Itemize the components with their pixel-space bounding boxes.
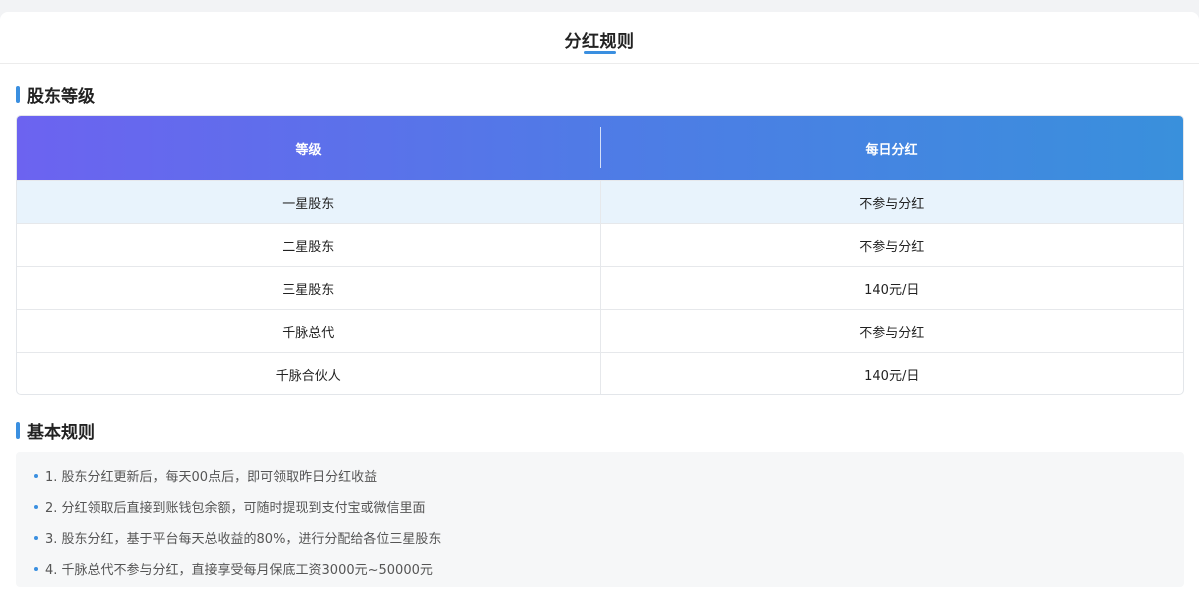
levels-section-header: 股东等级 — [16, 84, 95, 107]
level-cell: 千脉合伙人 — [275, 368, 341, 384]
column-header-daily-dividend: 每日分红 — [865, 142, 918, 158]
level-cell: 一星股东 — [282, 196, 335, 212]
page-title: 分红规则 — [564, 32, 635, 52]
rules-section-header: 基本规则 — [16, 420, 95, 443]
list-item: 3. 股东分红，基于平台每天总收益的80%，进行分配给各位三星股东 — [34, 528, 441, 547]
rule-text: 3. 股东分红，基于平台每天总收益的80%，进行分配给各位三星股东 — [45, 532, 442, 547]
bullet-dot-icon — [34, 566, 38, 571]
list-item: 4. 千脉总代不参与分红，直接享受每月保底工资3000元~50000元 — [34, 559, 433, 578]
rule-text: 1. 股东分红更新后，每天00点后，即可领取昨日分红收益 — [45, 470, 378, 485]
table-row: 一星股东 不参与分红 — [17, 180, 1183, 223]
levels-section-title: 股东等级 — [27, 86, 95, 107]
daily-dividend-cell: 140元/日 — [599, 353, 1184, 394]
level-cell: 三星股东 — [282, 282, 335, 298]
table-header: 等级 每日分红 — [17, 116, 1183, 180]
rule-text: 2. 分红领取后直接到账钱包余额，可随时提现到支付宝或微信里面 — [45, 501, 426, 516]
rules-section-title: 基本规则 — [27, 422, 95, 443]
rule-text: 4. 千脉总代不参与分红，直接享受每月保底工资3000元~50000元 — [45, 563, 433, 578]
level-cell: 千脉总代 — [282, 325, 335, 341]
table-row: 千脉总代 不参与分红 — [17, 309, 1183, 352]
section-accent-bar — [16, 421, 20, 439]
daily-dividend-cell: 不参与分红 — [599, 181, 1184, 223]
section-accent-bar — [16, 85, 20, 103]
list-item: 1. 股东分红更新后，每天00点后，即可领取昨日分红收益 — [34, 466, 377, 485]
basic-rules-list: 1. 股东分红更新后，每天00点后，即可领取昨日分红收益 2. 分红领取后直接到… — [16, 452, 1184, 587]
bullet-dot-icon — [34, 473, 38, 478]
list-item: 2. 分红领取后直接到账钱包余额，可随时提现到支付宝或微信里面 — [34, 497, 426, 516]
title-underline — [584, 51, 616, 54]
table-row: 三星股东 140元/日 — [17, 266, 1183, 309]
shareholder-level-table: 等级 每日分红 一星股东 不参与分红 二星股东 不参与分红 三星股东 140元/… — [16, 115, 1184, 395]
column-header-level: 等级 — [295, 142, 322, 158]
page-header: 分红规则 — [0, 12, 1199, 64]
daily-dividend-cell: 不参与分红 — [599, 310, 1184, 352]
bullet-dot-icon — [34, 535, 38, 540]
table-row: 千脉合伙人 140元/日 — [17, 352, 1184, 394]
daily-dividend-cell: 不参与分红 — [599, 224, 1184, 266]
dividend-rules-card: 分红规则 股东等级 等级 每日分红 一星股东 不参与分红 二星股东 不参与分红 … — [0, 12, 1199, 592]
header-divider — [600, 127, 601, 168]
level-cell: 二星股东 — [282, 239, 335, 255]
bullet-dot-icon — [34, 504, 38, 509]
daily-dividend-cell: 140元/日 — [599, 267, 1184, 309]
table-row: 二星股东 不参与分红 — [17, 223, 1183, 266]
